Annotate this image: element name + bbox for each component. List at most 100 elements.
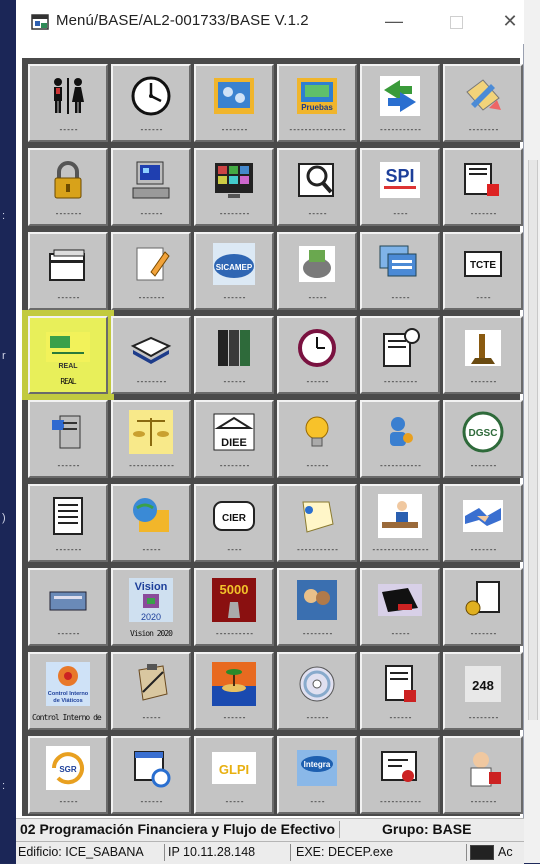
app-tile[interactable]: SPI ---- xyxy=(360,148,440,226)
tile-caption: ---- xyxy=(392,210,408,218)
app-tile[interactable]: TCTE ---- xyxy=(443,232,523,310)
app-tile[interactable]: ------- xyxy=(443,148,523,226)
app-tile[interactable]: ------ xyxy=(277,652,357,730)
svg-text:DIEE: DIEE xyxy=(221,437,247,449)
folders-icon xyxy=(46,242,90,286)
lightbulb-icon xyxy=(295,410,339,454)
ip-info: IP 10.11.28.148 xyxy=(166,844,291,861)
tile-caption: ----- xyxy=(58,126,78,134)
app-tile[interactable]: ------ xyxy=(111,736,191,814)
app-tile[interactable]: ------------ xyxy=(111,400,191,478)
app-tile[interactable]: GLPI ----- xyxy=(194,736,274,814)
sicamep-logo-icon: SICAMEP xyxy=(212,242,256,286)
app-tile[interactable]: ------ xyxy=(28,400,108,478)
app-tile[interactable]: ------ xyxy=(277,316,357,394)
tile-caption: -------- xyxy=(467,126,500,134)
diee-building-icon: DIEE xyxy=(212,410,256,454)
cd-disc-icon xyxy=(295,662,339,706)
tile-caption: ------- xyxy=(469,546,498,554)
app-tile[interactable]: Integra ---- xyxy=(277,736,357,814)
app-tile[interactable]: REAL REAL xyxy=(28,316,108,394)
justice-statue-icon xyxy=(461,326,505,370)
app-tile[interactable]: ------ xyxy=(360,652,440,730)
tile-caption: --------------- xyxy=(371,546,429,554)
tile-caption: ------ xyxy=(222,294,247,302)
app-tile[interactable]: ------ xyxy=(28,568,108,646)
app-tile[interactable]: -------- xyxy=(277,568,357,646)
tile-caption: ------ xyxy=(388,714,413,722)
tile-caption: ---- xyxy=(475,294,491,302)
app-tile[interactable]: Pruebas --------------- xyxy=(277,64,357,142)
app-tile[interactable]: ----- xyxy=(360,568,440,646)
app-tile[interactable]: DIEE -------- xyxy=(194,400,274,478)
app-tile[interactable]: ----------- xyxy=(360,400,440,478)
svg-text:TCTE: TCTE xyxy=(470,260,496,271)
app-tile[interactable]: --------- xyxy=(360,316,440,394)
app-tile[interactable]: ------ xyxy=(194,652,274,730)
app-tile[interactable]: ----- xyxy=(111,484,191,562)
tile-caption: ------ xyxy=(139,210,164,218)
doctor-icon xyxy=(461,746,505,790)
app-tile[interactable]: -------- xyxy=(111,316,191,394)
app-tile[interactable]: ------ xyxy=(111,64,191,142)
cier-logo-icon: CIER xyxy=(212,494,256,538)
globe-folder-icon xyxy=(129,494,173,538)
svg-text:REAL: REAL xyxy=(58,363,78,370)
app-tile[interactable]: ------- xyxy=(28,484,108,562)
note-pin-icon xyxy=(295,494,339,538)
app-tile[interactable]: ----- xyxy=(360,232,440,310)
tile-caption: ------ xyxy=(222,714,247,722)
app-tile[interactable]: Vision 2020 Vision 2020 xyxy=(111,568,191,646)
app-tile[interactable]: ------- xyxy=(194,64,274,142)
svg-text:Vision: Vision xyxy=(135,581,168,593)
app-tile[interactable]: 248 -------- xyxy=(443,652,523,730)
tile-caption: ------- xyxy=(54,210,83,218)
app-tile[interactable]: ------- xyxy=(443,568,523,646)
app-tile[interactable]: ----------- xyxy=(360,736,440,814)
app-tile[interactable]: SGR ----- xyxy=(28,736,108,814)
app-tile[interactable]: ------- xyxy=(28,148,108,226)
document-list-icon xyxy=(46,494,90,538)
app-tile[interactable]: ------- xyxy=(443,484,523,562)
padlock-icon xyxy=(46,158,90,202)
title-bar[interactable]: Menú/BASE/AL2-001733/BASE V.1.2 — ✕ xyxy=(16,0,524,44)
tile-caption: -------- xyxy=(467,714,500,722)
close-button[interactable]: ✕ xyxy=(498,6,522,36)
app-tile[interactable]: ----- xyxy=(111,652,191,730)
tools-pencil-icon xyxy=(461,74,505,118)
app-tile[interactable]: ------- xyxy=(111,232,191,310)
app-tile[interactable]: ------ xyxy=(111,148,191,226)
app-tile[interactable]: Control Interno de Viáticos Control Intern… xyxy=(28,652,108,730)
app-tile[interactable]: ----------- xyxy=(360,64,440,142)
vision-2020-icon: Vision 2020 xyxy=(129,578,173,622)
app-tile[interactable]: ------- xyxy=(443,736,523,814)
sgr-logo-icon: SGR xyxy=(46,746,90,790)
app-tile[interactable]: 5000 ---------- xyxy=(194,568,274,646)
app-tile[interactable]: ------ xyxy=(277,400,357,478)
app-tile[interactable]: DGSC ------- xyxy=(443,400,523,478)
tile-caption: ----- xyxy=(307,210,327,218)
app-tile[interactable]: -------- xyxy=(194,148,274,226)
tile-caption: ---------- xyxy=(214,630,254,638)
tile-caption: ----- xyxy=(307,294,327,302)
app-tile[interactable]: ----- xyxy=(277,148,357,226)
app-tile[interactable]: CIER ---- xyxy=(194,484,274,562)
svg-text:2020: 2020 xyxy=(141,612,161,622)
app-tile[interactable]: -------- xyxy=(443,64,523,142)
tile-caption: Control Interno de Viáticos xyxy=(32,714,104,722)
app-tile[interactable]: SICAMEP ------ xyxy=(194,232,274,310)
app-tile[interactable]: --------------- xyxy=(360,484,440,562)
invoice-icon xyxy=(378,662,422,706)
glpi-logo-icon: GLPI xyxy=(212,746,256,790)
app-tile[interactable]: ----------- xyxy=(277,484,357,562)
app-tile[interactable]: ------- xyxy=(443,316,523,394)
app-tile[interactable]: ----- xyxy=(28,64,108,142)
app-tile[interactable]: ------ xyxy=(194,316,274,394)
app-tile[interactable]: ----- xyxy=(277,232,357,310)
app-tile[interactable]: ------ xyxy=(28,232,108,310)
maximize-button[interactable] xyxy=(438,6,474,36)
tile-caption: ----- xyxy=(141,714,161,722)
desktop-left-strip: : r ) : xyxy=(0,0,16,863)
minimize-button[interactable]: — xyxy=(376,6,412,36)
tile-caption: ------- xyxy=(469,462,498,470)
